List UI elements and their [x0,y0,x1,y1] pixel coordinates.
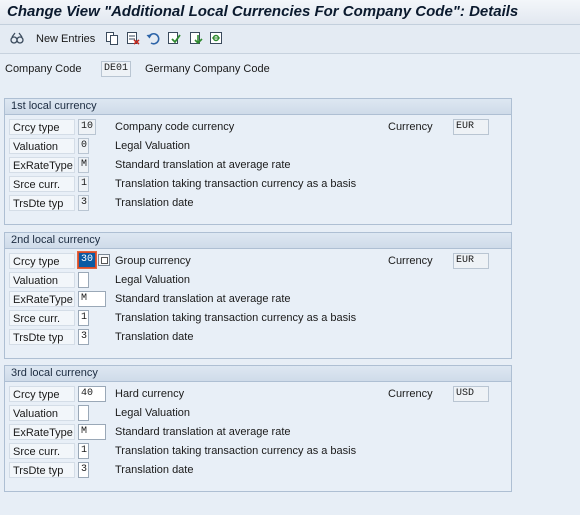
currency-field[interactable]: EUR [453,253,489,269]
crcy-type-desc: Company code currency [115,121,235,133]
config-icon[interactable] [209,31,223,45]
group-heading: 3rd local currency [5,366,511,382]
valuation-field[interactable] [78,405,89,421]
title-bar: Change View "Additional Local Currencies… [0,0,580,25]
srce-curr-desc: Translation taking transaction currency … [115,445,357,457]
glasses-icon[interactable] [10,31,24,45]
srce-curr-field[interactable]: 1 [78,176,89,192]
group-heading: 2nd local currency [5,233,511,249]
second-local-currency-group: 2nd local currency Crcy type 30 Group cu… [4,232,512,359]
crcy-type-label: Crcy type [9,253,75,269]
crcy-type-field[interactable]: 40 [78,386,106,402]
srce-curr-desc: Translation taking transaction currency … [115,312,357,324]
srce-curr-field[interactable]: 1 [78,310,89,326]
crcy-type-field[interactable]: 10 [78,119,96,135]
trsdte-typ-desc: Translation date [115,464,194,476]
trsdte-typ-field[interactable]: 3 [78,462,89,478]
srce-curr-label: Srce curr. [9,176,75,192]
valuation-desc: Legal Valuation [115,407,191,419]
crcy-type-label: Crcy type [9,119,75,135]
group-heading: 1st local currency [5,99,511,115]
trsdte-typ-field[interactable]: 3 [78,329,89,345]
application-toolbar: New Entries [0,25,580,54]
srce-curr-desc: Translation taking transaction currency … [115,178,357,190]
page-title: Change View "Additional Local Currencies… [7,3,519,20]
trsdte-typ-label: TrsDte typ [9,195,75,211]
copy-icon[interactable] [105,31,119,45]
crcy-type-desc: Group currency [115,255,191,267]
exratetype-desc: Standard translation at average rate [115,426,291,438]
first-local-currency-group: 1st local currency Crcy type 10 Company … [4,98,512,225]
exratetype-label: ExRateType [9,424,75,440]
trsdte-typ-label: TrsDte typ [9,462,75,478]
valuation-label: Valuation [9,272,75,288]
trsdte-typ-desc: Translation date [115,197,194,209]
crcy-type-label: Crcy type [9,386,75,402]
valuation-desc: Legal Valuation [115,140,191,152]
currency-label: Currency [388,388,433,400]
srce-curr-label: Srce curr. [9,443,75,459]
deselect-all-icon[interactable] [189,31,203,45]
company-name: Germany Company Code [145,63,270,75]
currency-field[interactable]: EUR [453,119,489,135]
exratetype-field[interactable]: M [78,291,106,307]
valuation-field[interactable] [78,272,89,288]
currency-label: Currency [388,121,433,133]
valuation-desc: Legal Valuation [115,274,191,286]
select-all-icon[interactable] [167,31,181,45]
crcy-type-field[interactable]: 30 [77,251,97,269]
exratetype-desc: Standard translation at average rate [115,159,291,171]
srce-curr-label: Srce curr. [9,310,75,326]
exratetype-label: ExRateType [9,157,75,173]
undo-icon[interactable] [146,31,160,45]
exratetype-desc: Standard translation at average rate [115,293,291,305]
valuation-label: Valuation [9,138,75,154]
trsdte-typ-desc: Translation date [115,331,194,343]
crcy-type-desc: Hard currency [115,388,185,400]
trsdte-typ-field[interactable]: 3 [78,195,89,211]
valuation-field[interactable]: 0 [78,138,89,154]
new-entries-button[interactable]: New Entries [36,30,95,48]
company-code-label: Company Code [5,63,82,75]
exratetype-field[interactable]: M [78,157,89,173]
value-help-icon[interactable] [98,254,110,266]
valuation-label: Valuation [9,405,75,421]
exratetype-label: ExRateType [9,291,75,307]
srce-curr-field[interactable]: 1 [78,443,89,459]
trsdte-typ-label: TrsDte typ [9,329,75,345]
exratetype-field[interactable]: M [78,424,106,440]
third-local-currency-group: 3rd local currency Crcy type 40 Hard cur… [4,365,512,492]
currency-field[interactable]: USD [453,386,489,402]
company-code-field[interactable]: DE01 [101,61,131,77]
currency-label: Currency [388,255,433,267]
delete-icon[interactable] [126,31,140,45]
